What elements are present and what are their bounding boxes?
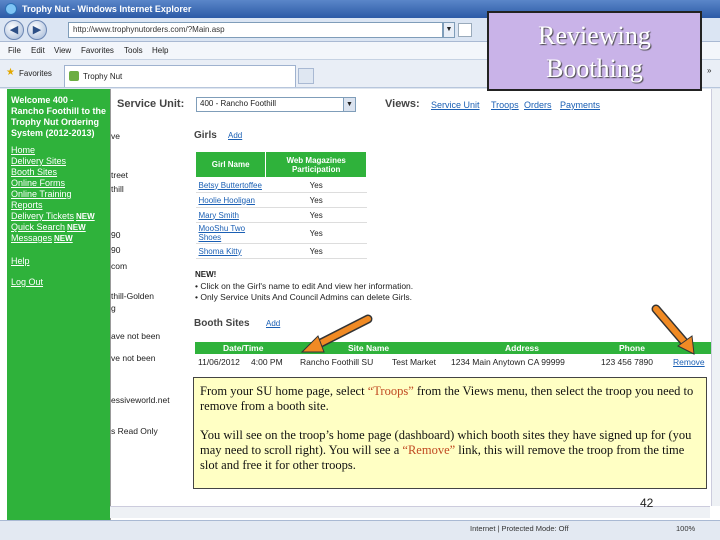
slide-title-line: Reviewing	[538, 21, 651, 50]
slide-title: Reviewing Boothing	[487, 11, 702, 91]
zoom-level[interactable]: 100%	[676, 524, 695, 533]
arrow-to-site-name-icon	[300, 314, 373, 353]
instruction-paragraph: From your SU home page, select “Troops” …	[200, 384, 694, 413]
slide-number: 42	[640, 496, 654, 510]
arrow-to-remove-icon	[651, 304, 695, 355]
security-zone: Internet | Protected Mode: Off	[470, 524, 569, 533]
instruction-callout: From your SU home page, select “Troops” …	[193, 377, 707, 489]
slide-title-line: Boothing	[546, 54, 643, 83]
status-bar: Internet | Protected Mode: Off 100%	[0, 520, 720, 540]
instruction-paragraph: You will see on the troop’s home page (d…	[200, 428, 692, 472]
